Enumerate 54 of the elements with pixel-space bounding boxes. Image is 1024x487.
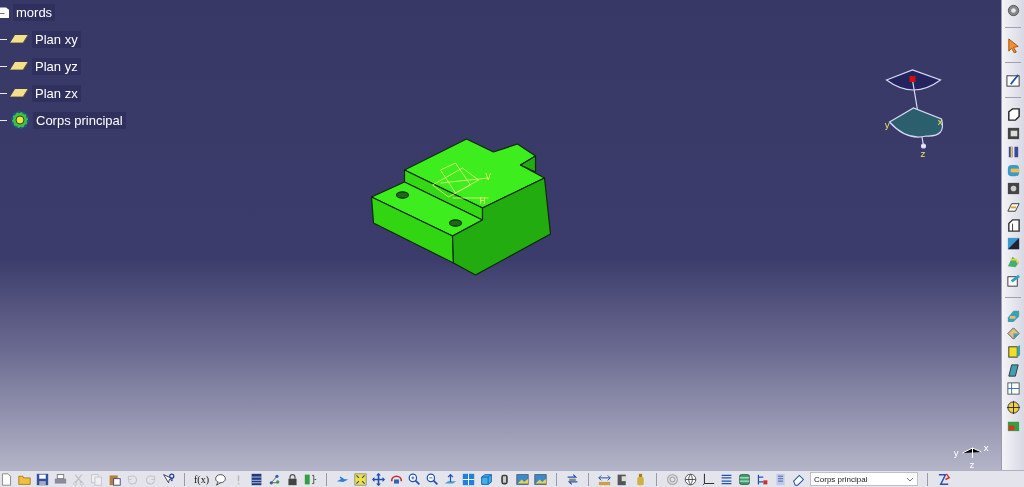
compass-drawing[interactable]: [885, 69, 944, 149]
compass-axis-label: x: [937, 117, 943, 127]
chevron-down-icon: [906, 476, 914, 482]
padlock-icon[interactable]: [286, 472, 299, 486]
gear-icon[interactable]: [10, 110, 30, 130]
body-dropdown[interactable]: Corps principal: [810, 472, 918, 486]
sketch-icon[interactable]: [1005, 72, 1021, 88]
swap-icon[interactable]: [566, 472, 579, 486]
tree-node-label[interactable]: Plan yz: [32, 57, 81, 75]
globe-icon[interactable]: [684, 472, 697, 486]
picture-icon[interactable]: [534, 472, 547, 486]
plane-icon[interactable]: [10, 35, 28, 43]
zoom-out-icon[interactable]: [426, 472, 439, 486]
triad-axis-label: x: [983, 443, 989, 453]
tree-node-label[interactable]: Plan zx: [32, 84, 81, 102]
table-icon[interactable]: [250, 472, 263, 486]
pan-icon[interactable]: [372, 472, 385, 486]
settings-icon[interactable]: [1005, 3, 1021, 18]
eraser-icon[interactable]: [792, 472, 805, 486]
list-icon[interactable]: [774, 472, 787, 486]
tree-node-label[interactable]: Corps principal: [33, 111, 126, 129]
bottle-icon[interactable]: [634, 472, 647, 486]
axis-label: H: [479, 197, 486, 206]
axis-icon[interactable]: [702, 472, 715, 486]
fit-all-icon[interactable]: [354, 472, 367, 486]
new-document-icon[interactable]: [0, 472, 13, 486]
data-lines-icon[interactable]: [720, 472, 733, 486]
help-pointer-icon[interactable]: [162, 472, 175, 486]
tree-graph-icon[interactable]: [268, 472, 281, 486]
target-icon[interactable]: [1005, 399, 1021, 415]
tree-node-label[interactable]: Plan xy: [32, 30, 81, 48]
picture-icon[interactable]: [516, 472, 529, 486]
tree-node-label[interactable]: mords: [13, 3, 56, 21]
triad-axis-label: y: [953, 448, 959, 458]
axis-triad-drawing: [962, 447, 982, 459]
printer-icon[interactable]: [54, 472, 67, 486]
compass-axis-label: z: [920, 149, 926, 159]
cube-icon[interactable]: [480, 472, 493, 486]
axis-label: V: [485, 173, 491, 182]
sketch-axes-drawing: [432, 162, 489, 199]
multi-view-icon[interactable]: [462, 472, 475, 486]
plane-icon[interactable]: [10, 62, 28, 70]
zoom-in-icon[interactable]: [408, 472, 421, 486]
speech-bubble-icon[interactable]: [214, 472, 227, 486]
triad-axis-label: z: [969, 460, 975, 470]
rotate-icon[interactable]: [390, 472, 403, 486]
formula-button[interactable]: f(x): [194, 473, 209, 485]
document-icon[interactable]: [0, 5, 9, 19]
logo-icon: [937, 471, 952, 487]
paste-icon[interactable]: [108, 472, 121, 486]
compass-axis-label: y: [884, 120, 890, 130]
plane-icon[interactable]: [10, 89, 28, 97]
measure-icon[interactable]: [598, 472, 611, 486]
cursor-arrow-icon[interactable]: [1005, 37, 1021, 53]
